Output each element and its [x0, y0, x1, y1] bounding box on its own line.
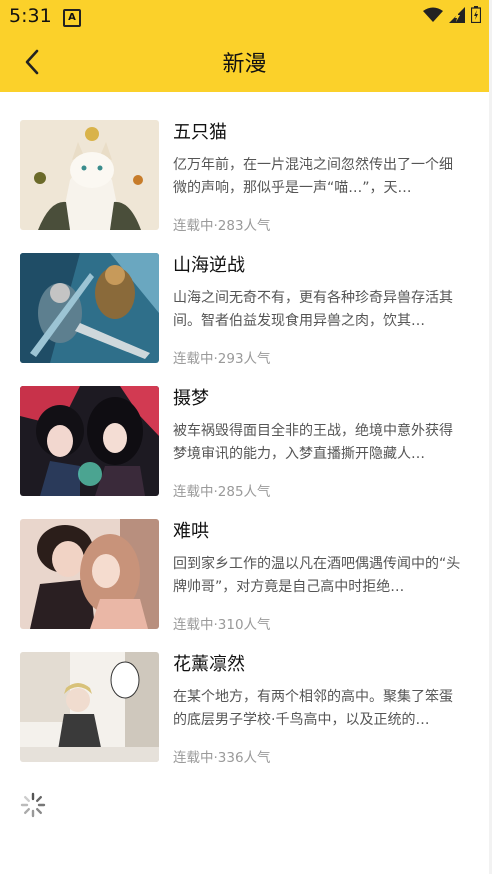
comic-meta: 连载中·285人气	[173, 484, 271, 500]
comic-title: 山海逆战	[173, 255, 245, 276]
app-screen: 5:31 A 新漫 五只猫 亿万年前，在一片混沌之间忽然传出了一个细微的声响，那…	[0, 0, 489, 874]
back-arrow-icon[interactable]	[18, 46, 50, 78]
battery-icon	[471, 6, 481, 23]
comic-item[interactable]: 难哄 回到家乡工作的温以凡在酒吧偶遇传闻中的“头牌帅哥”，对方竟是自己高中时拒绝…	[0, 519, 489, 652]
comic-cover	[20, 652, 159, 762]
comic-meta: 连载中·283人气	[173, 218, 271, 234]
comic-title: 摄梦	[173, 388, 209, 409]
comic-meta: 连载中·336人气	[173, 750, 271, 766]
comic-description: 回到家乡工作的温以凡在酒吧偶遇传闻中的“头牌帅哥”，对方竟是自己高中时拒绝…	[173, 556, 461, 595]
comic-title: 难哄	[173, 521, 209, 542]
comic-cover	[20, 386, 159, 496]
comic-item[interactable]: 摄梦 被车祸毁得面目全非的王战，绝境中意外获得梦境审讯的能力，入梦直播撕开隐藏人…	[0, 386, 489, 519]
comic-description: 亿万年前，在一片混沌之间忽然传出了一个细微的声响，那似乎是一声“喵…”，天…	[173, 157, 453, 196]
wifi-icon	[423, 7, 443, 22]
comic-list: 五只猫 亿万年前，在一片混沌之间忽然传出了一个细微的声响，那似乎是一声“喵…”，…	[0, 92, 489, 785]
comic-description: 山海之间无奇不有，更有各种珍奇异兽存活其间。智者伯益发现食用异兽之肉，饮其…	[173, 290, 453, 329]
header-bar: 新漫	[0, 32, 489, 92]
status-time: 5:31	[9, 5, 52, 27]
loading-spinner-icon	[20, 792, 46, 818]
comic-cover	[20, 519, 159, 629]
comic-title: 花薰凛然	[173, 654, 245, 675]
comic-meta: 连载中·310人气	[173, 617, 271, 633]
page-title: 新漫	[222, 52, 267, 77]
notification-icon: A	[63, 9, 81, 27]
status-bar: 5:31 A	[0, 0, 489, 32]
comic-meta: 连载中·293人气	[173, 351, 271, 367]
comic-cover	[20, 253, 159, 363]
system-icons	[423, 6, 481, 23]
comic-description: 被车祸毁得面目全非的王战，绝境中意外获得梦境审讯的能力，入梦直播撕开隐藏人…	[173, 423, 453, 462]
comic-item[interactable]: 五只猫 亿万年前，在一片混沌之间忽然传出了一个细微的声响，那似乎是一声“喵…”，…	[0, 120, 489, 253]
comic-cover	[20, 120, 159, 230]
comic-item[interactable]: 山海逆战 山海之间无奇不有，更有各种珍奇异兽存活其间。智者伯益发现食用异兽之肉，…	[0, 253, 489, 386]
comic-item[interactable]: 花薰凛然 在某个地方，有两个相邻的高中。聚集了笨蛋的底层男子学校·千鸟高中，以及…	[0, 652, 489, 785]
comic-title: 五只猫	[173, 122, 227, 143]
signal-icon	[449, 6, 465, 23]
comic-description: 在某个地方，有两个相邻的高中。聚集了笨蛋的底层男子学校·千鸟高中，以及正统的…	[173, 689, 453, 728]
